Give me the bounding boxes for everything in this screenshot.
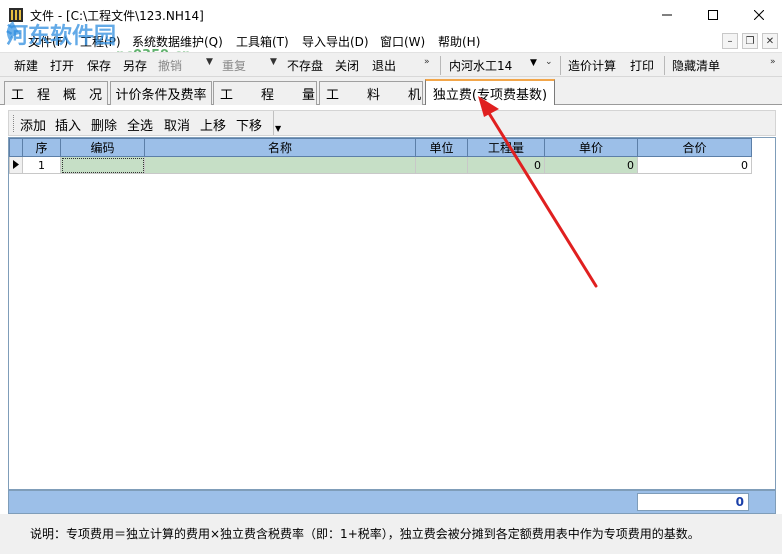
cell-unit[interactable]	[415, 156, 468, 174]
footer-total-value: 0	[637, 493, 749, 511]
mdi-close-button[interactable]: ✕	[762, 33, 778, 49]
insert-button[interactable]: 插入	[55, 115, 81, 134]
select-all-button[interactable]: 全选	[127, 115, 153, 134]
fee-table: 序 编码 名称 单位 工程量 单价 合价 1 0 0 0	[9, 138, 752, 174]
menu-import-export[interactable]: 导入导出(D)	[302, 33, 369, 50]
project-type-value: 内河水工14	[449, 59, 513, 73]
column-header-name[interactable]: 名称	[144, 138, 416, 157]
cell-seq: 1	[22, 156, 61, 174]
tab-strip: 工程概况 计价条件及费率 工程量 工料机 独立费(专项费基数)	[0, 77, 782, 106]
table-row[interactable]: 1 0 0 0	[9, 156, 752, 174]
save-as-button[interactable]: 另存	[123, 57, 147, 74]
minimize-icon: –	[727, 35, 733, 47]
chevron-down-icon: ▼	[275, 124, 282, 133]
cell-total: 0	[637, 156, 752, 174]
mdi-minimize-button[interactable]: –	[722, 33, 738, 49]
toolbar-overflow-icon[interactable]: »	[770, 57, 776, 67]
chevron-down-icon: ▼	[530, 58, 537, 68]
close-icon	[754, 10, 764, 20]
main-toolbar: 新建 打开 保存 另存 撤销 ▼ 重复 ▼ 不存盘 关闭 退出 » 内河水工14…	[0, 52, 782, 77]
table-header-row: 序 编码 名称 单位 工程量 单价 合价	[9, 138, 752, 157]
project-type-select[interactable]: 内河水工14 ▼	[446, 56, 554, 75]
toolbar-overflow-icon[interactable]: »	[424, 57, 430, 67]
menu-help[interactable]: 帮助(H)	[438, 33, 480, 50]
maximize-icon	[708, 10, 718, 20]
note-text: 说明：专项费用＝独立计算的费用×独立费含税费率（即：1+税率），独立费会被分摊到…	[30, 527, 700, 541]
fee-grid: 序 编码 名称 单位 工程量 单价 合价 1 0 0 0	[8, 137, 776, 490]
tab-project-overview[interactable]: 工程概况	[4, 81, 108, 105]
grid-toolbar-overflow[interactable]: ▼	[273, 111, 281, 135]
tab-labor-materials[interactable]: 工料机	[319, 81, 423, 105]
toolbar-separator	[664, 56, 665, 75]
menu-toolbox[interactable]: 工具箱(T)	[236, 33, 289, 50]
restore-icon: ❐	[745, 35, 755, 47]
header-indicator	[9, 138, 23, 157]
tab-independent-fee[interactable]: 独立费(专项费基数)	[425, 79, 555, 106]
tab-label: 独立费(专项费基数)	[432, 88, 548, 103]
close-window-button[interactable]	[736, 0, 782, 30]
row-indicator[interactable]	[9, 156, 23, 174]
toolbar-separator	[440, 56, 441, 75]
column-header-quantity[interactable]: 工程量	[467, 138, 545, 157]
menu-window[interactable]: 窗口(W)	[380, 33, 425, 50]
close-button[interactable]: 关闭	[335, 57, 359, 74]
save-button[interactable]: 保存	[87, 57, 111, 74]
title-bar: 文件 - [C:\工程文件\123.NH14]	[0, 0, 782, 30]
current-row-arrow-icon	[13, 159, 19, 169]
select-overflow-icon[interactable]: ⌄	[545, 57, 553, 67]
cell-unit-price[interactable]: 0	[544, 156, 638, 174]
column-header-seq[interactable]: 序	[22, 138, 61, 157]
watermark-text: 河东软件园	[6, 24, 117, 49]
tab-quantities[interactable]: 工程量	[213, 81, 317, 105]
no-save-button[interactable]: 不存盘	[287, 57, 323, 74]
redo-dropdown-icon[interactable]: ▼	[270, 57, 277, 67]
new-button[interactable]: 新建	[14, 57, 38, 74]
cost-calc-button[interactable]: 造价计算	[568, 57, 616, 74]
tab-label: 工程概况	[11, 88, 116, 103]
minimize-button[interactable]	[644, 0, 690, 30]
toolbar-separator	[560, 56, 561, 75]
toolbar-grip[interactable]	[13, 115, 16, 132]
open-button[interactable]: 打开	[50, 57, 74, 74]
delete-button[interactable]: 删除	[91, 115, 117, 134]
column-header-unit-price[interactable]: 单价	[544, 138, 638, 157]
note-bar: 说明：专项费用＝独立计算的费用×独立费含税费率（即：1+税率），独立费会被分摊到…	[0, 514, 782, 554]
content-area: 添加 插入 删除 全选 取消 上移 下移 ▼ 序 编码 名称 单位 工程量 单价…	[0, 105, 782, 554]
exit-button[interactable]: 退出	[372, 57, 396, 74]
undo-button[interactable]: 撤销	[158, 57, 182, 74]
add-button[interactable]: 添加	[20, 115, 46, 134]
hide-list-button[interactable]: 隐藏清单	[672, 57, 720, 74]
mdi-restore-button[interactable]: ❐	[742, 33, 758, 49]
cancel-button[interactable]: 取消	[164, 115, 190, 134]
close-icon: ✕	[765, 35, 775, 47]
minimize-icon	[662, 14, 672, 16]
cell-code[interactable]	[60, 156, 145, 174]
grid-toolbar: 添加 插入 删除 全选 取消 上移 下移 ▼	[8, 110, 776, 136]
move-up-button[interactable]: 上移	[200, 115, 226, 134]
grid-footer: 0	[8, 490, 776, 514]
print-button[interactable]: 打印	[630, 57, 654, 74]
column-header-code[interactable]: 编码	[60, 138, 145, 157]
tab-label: 计价条件及费率	[115, 88, 207, 103]
column-header-total[interactable]: 合价	[637, 138, 752, 157]
move-down-button[interactable]: 下移	[236, 115, 262, 134]
cell-quantity[interactable]: 0	[467, 156, 545, 174]
undo-dropdown-icon[interactable]: ▼	[206, 57, 213, 67]
cell-name[interactable]	[144, 156, 416, 174]
tab-pricing-conditions[interactable]: 计价条件及费率	[110, 81, 212, 105]
column-header-unit[interactable]: 单位	[415, 138, 468, 157]
redo-button[interactable]: 重复	[222, 57, 246, 74]
maximize-button[interactable]	[690, 0, 736, 30]
